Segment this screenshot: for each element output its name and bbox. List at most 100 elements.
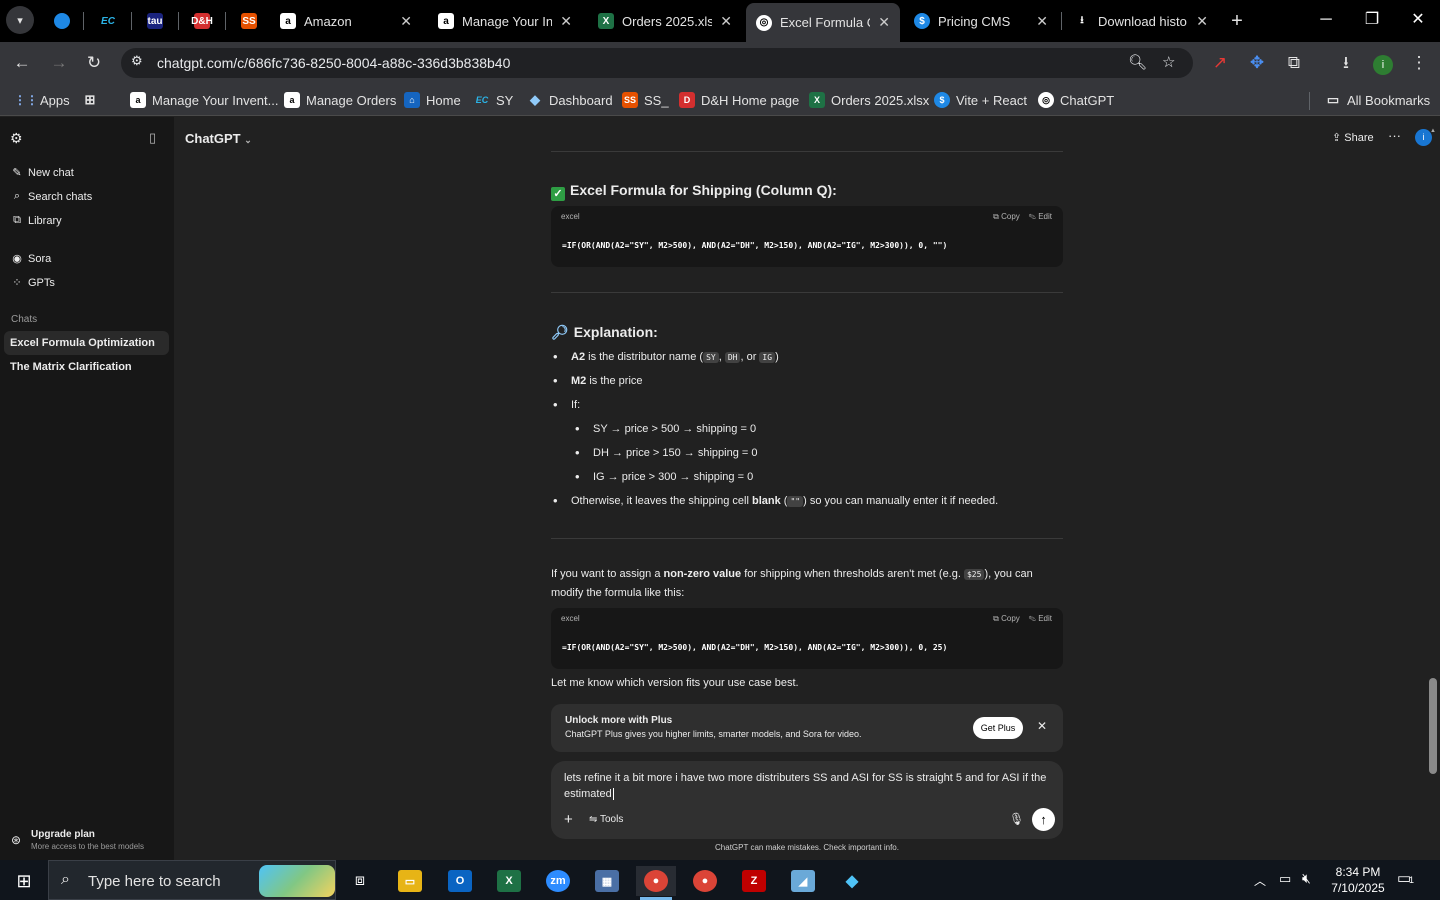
bookmark-apps[interactable]: ⋮⋮ Apps <box>14 92 70 108</box>
sidebar-new-chat[interactable]: ✎ New chat <box>11 166 73 180</box>
edit-button[interactable]: ✎ Edit <box>1029 212 1052 221</box>
pinned-tab-2[interactable]: EC <box>90 4 126 38</box>
close-icon[interactable]: ✕ <box>560 13 572 30</box>
tab-amazon[interactable]: a Amazon ✕ <box>270 4 422 38</box>
profile-avatar[interactable]: i <box>1369 50 1397 76</box>
pinned-tab-1[interactable] <box>44 4 80 38</box>
add-attachment-icon[interactable]: + <box>564 811 573 828</box>
sidebar-library[interactable]: ⧉ Library <box>11 214 62 227</box>
menu-kebab-icon[interactable]: ⋮ <box>1405 50 1433 76</box>
taskbar-search-box[interactable]: ⌕ Type here to search <box>48 860 336 900</box>
bookmark-star-icon[interactable]: ☆ <box>1162 53 1175 71</box>
bookmark-ss[interactable]: SS SS_ <box>622 92 669 108</box>
close-icon[interactable]: ✕ <box>878 14 890 31</box>
disclaimer-text: ChatGPT can make mistakes. Check importa… <box>715 843 899 852</box>
tab-excel-formula[interactable]: ◎ Excel Formula O ✕ <box>746 3 900 42</box>
bookmark-all-bookmarks[interactable]: ▭ All Bookmarks <box>1325 92 1430 108</box>
taskbar-zoom[interactable]: zm <box>538 866 578 896</box>
windows-start-button[interactable]: ⊞ <box>4 866 44 896</box>
extension-blue-icon[interactable]: ✥ <box>1243 50 1271 76</box>
bookmark-chatgpt[interactable]: ◎ ChatGPT <box>1038 92 1114 108</box>
copy-button[interactable]: ⧉ Copy <box>993 614 1020 623</box>
explanation-list: A2 is the distributor name (SY, DH, or I… <box>551 345 1063 513</box>
new-tab-button[interactable]: + <box>1222 4 1252 38</box>
sidebar-gpts[interactable]: ⁘ GPTs <box>11 276 55 290</box>
bookmark-tab-groups[interactable]: ⊞ <box>82 92 104 108</box>
back-button[interactable]: ← <box>8 50 36 76</box>
taskbar-outlook[interactable]: O <box>440 866 480 896</box>
bookmark-dh-home[interactable]: D D&H Home page <box>679 92 799 108</box>
scroll-up-arrow[interactable]: ▲ <box>1430 128 1436 134</box>
bookmark-orders-xlsx[interactable]: X Orders 2025.xlsx <box>809 92 929 108</box>
volume-muted-icon[interactable]: 🔇︎ <box>1302 870 1311 887</box>
downloads-icon[interactable]: ⭳ <box>1332 50 1360 76</box>
chat-item-excel-formula[interactable]: Excel Formula Optimization <box>4 331 169 355</box>
zoom-icon[interactable]: 🔍︎ <box>1128 53 1147 71</box>
model-selector[interactable]: ChatGPT ⌄ <box>185 131 252 146</box>
copy-button[interactable]: ⧉ Copy <box>993 212 1020 221</box>
taskbar-excel[interactable]: X <box>489 866 529 896</box>
close-icon[interactable]: ✕ <box>720 13 732 30</box>
taskbar-app-blue[interactable]: ◢ <box>783 866 823 896</box>
taskbar-app-diamond[interactable]: ◆ <box>832 866 872 896</box>
reload-button[interactable]: ↻ <box>80 50 108 76</box>
chatgpt-icon: ◎ <box>1038 92 1054 108</box>
taskbar-file-explorer[interactable]: ▭ <box>390 866 430 896</box>
sidebar-search-chats[interactable]: ⌕ Search chats <box>11 190 92 203</box>
tab-download-history[interactable]: ⭳ Download histo ✕ <box>1064 4 1218 38</box>
tab-orders-xlsx[interactable]: X Orders 2025.xlsx ✕ <box>588 4 742 38</box>
close-icon[interactable]: ✕ <box>400 13 412 30</box>
sidebar-sora[interactable]: ◉ Sora <box>11 252 51 266</box>
page-scrollbar[interactable]: ▲ <box>1428 128 1438 858</box>
notifications-button[interactable]: ▭ 1 <box>1397 869 1423 891</box>
upgrade-plan[interactable]: ⊛ Upgrade plan More access to the best m… <box>0 824 174 860</box>
upsell-subtitle: ChatGPT Plus gives you higher limits, sm… <box>565 729 862 739</box>
scrollbar-thumb[interactable] <box>1429 678 1437 774</box>
tab-manage-inventory[interactable]: a Manage Your In ✕ <box>428 4 582 38</box>
tab-search-button[interactable]: ▾ <box>6 6 34 34</box>
get-plus-button[interactable]: Get Plus <box>973 717 1023 739</box>
chat-item-matrix[interactable]: The Matrix Clarification <box>4 355 169 379</box>
taskbar-chrome-active[interactable]: ● <box>636 866 676 896</box>
tools-button[interactable]: ⇋ Tools <box>589 814 623 825</box>
pinned-tab-4[interactable]: D&H <box>184 4 220 38</box>
address-bar[interactable]: ⚙ chatgpt.com/c/686fc736-8250-8004-a88c-… <box>121 48 1193 78</box>
forward-button[interactable]: → <box>45 50 73 76</box>
task-view-button[interactable]: ⧈ <box>340 866 380 896</box>
close-window-button[interactable]: ✕ <box>1398 6 1438 34</box>
openai-logo-icon[interactable]: ⚙ <box>10 130 23 147</box>
bookmark-home[interactable]: ⌂ Home <box>404 92 461 108</box>
taskbar-chrome[interactable]: ● <box>685 866 725 896</box>
taskbar-clock[interactable]: 8:34 PM 7/10/2025 <box>1328 864 1388 896</box>
bookmark-vite-react[interactable]: $ Vite + React <box>934 92 1027 108</box>
network-icon[interactable]: ▭ <box>1279 871 1291 887</box>
bookmark-dashboard[interactable]: ◆ Dashboard <box>527 92 613 108</box>
bookmark-manage-orders[interactable]: a Manage Orders <box>284 92 396 108</box>
send-button[interactable]: ↑ <box>1032 808 1055 831</box>
bookmark-manage-inventory[interactable]: a Manage Your Invent... <box>130 92 278 108</box>
bookmark-sy[interactable]: EC SY <box>474 92 514 108</box>
taskbar-calculator[interactable]: ▦ <box>587 866 627 896</box>
pinned-tab-3[interactable]: tau <box>137 4 173 38</box>
close-icon[interactable]: ✕ <box>1196 13 1208 30</box>
maximize-button[interactable]: ❐ <box>1352 6 1392 34</box>
microphone-icon[interactable]: 🎙︎ <box>1009 812 1024 826</box>
tab-pricing-cms[interactable]: $ Pricing CMS ✕ <box>904 4 1058 38</box>
close-sidebar-icon[interactable]: ▯ <box>149 130 156 146</box>
extension-red-icon[interactable]: ↗ <box>1206 50 1234 76</box>
site-info-icon[interactable]: ⚙ <box>131 53 143 69</box>
prompt-input[interactable]: lets refine it a bit more i have two mor… <box>564 770 1049 802</box>
share-button[interactable]: ⇪ Share <box>1332 131 1374 144</box>
edit-button[interactable]: ✎ Edit <box>1029 614 1052 623</box>
plus-upsell-banner: Unlock more with Plus ChatGPT Plus gives… <box>551 704 1063 752</box>
close-icon[interactable]: ✕ <box>1036 13 1048 30</box>
pinned-tab-5[interactable]: SS <box>231 4 267 38</box>
taskbar-filezilla[interactable]: Z <box>734 866 774 896</box>
url-text[interactable]: chatgpt.com/c/686fc736-8250-8004-a88c-33… <box>157 55 510 71</box>
extensions-puzzle-icon[interactable]: ⧉ <box>1280 50 1308 76</box>
more-options-icon[interactable]: ··· <box>1388 128 1401 143</box>
dh-icon: D <box>679 92 695 108</box>
close-icon[interactable]: ✕ <box>1037 719 1047 733</box>
minimize-button[interactable]: ─ <box>1306 6 1346 34</box>
show-hidden-icons[interactable]: ︿ <box>1254 872 1266 889</box>
